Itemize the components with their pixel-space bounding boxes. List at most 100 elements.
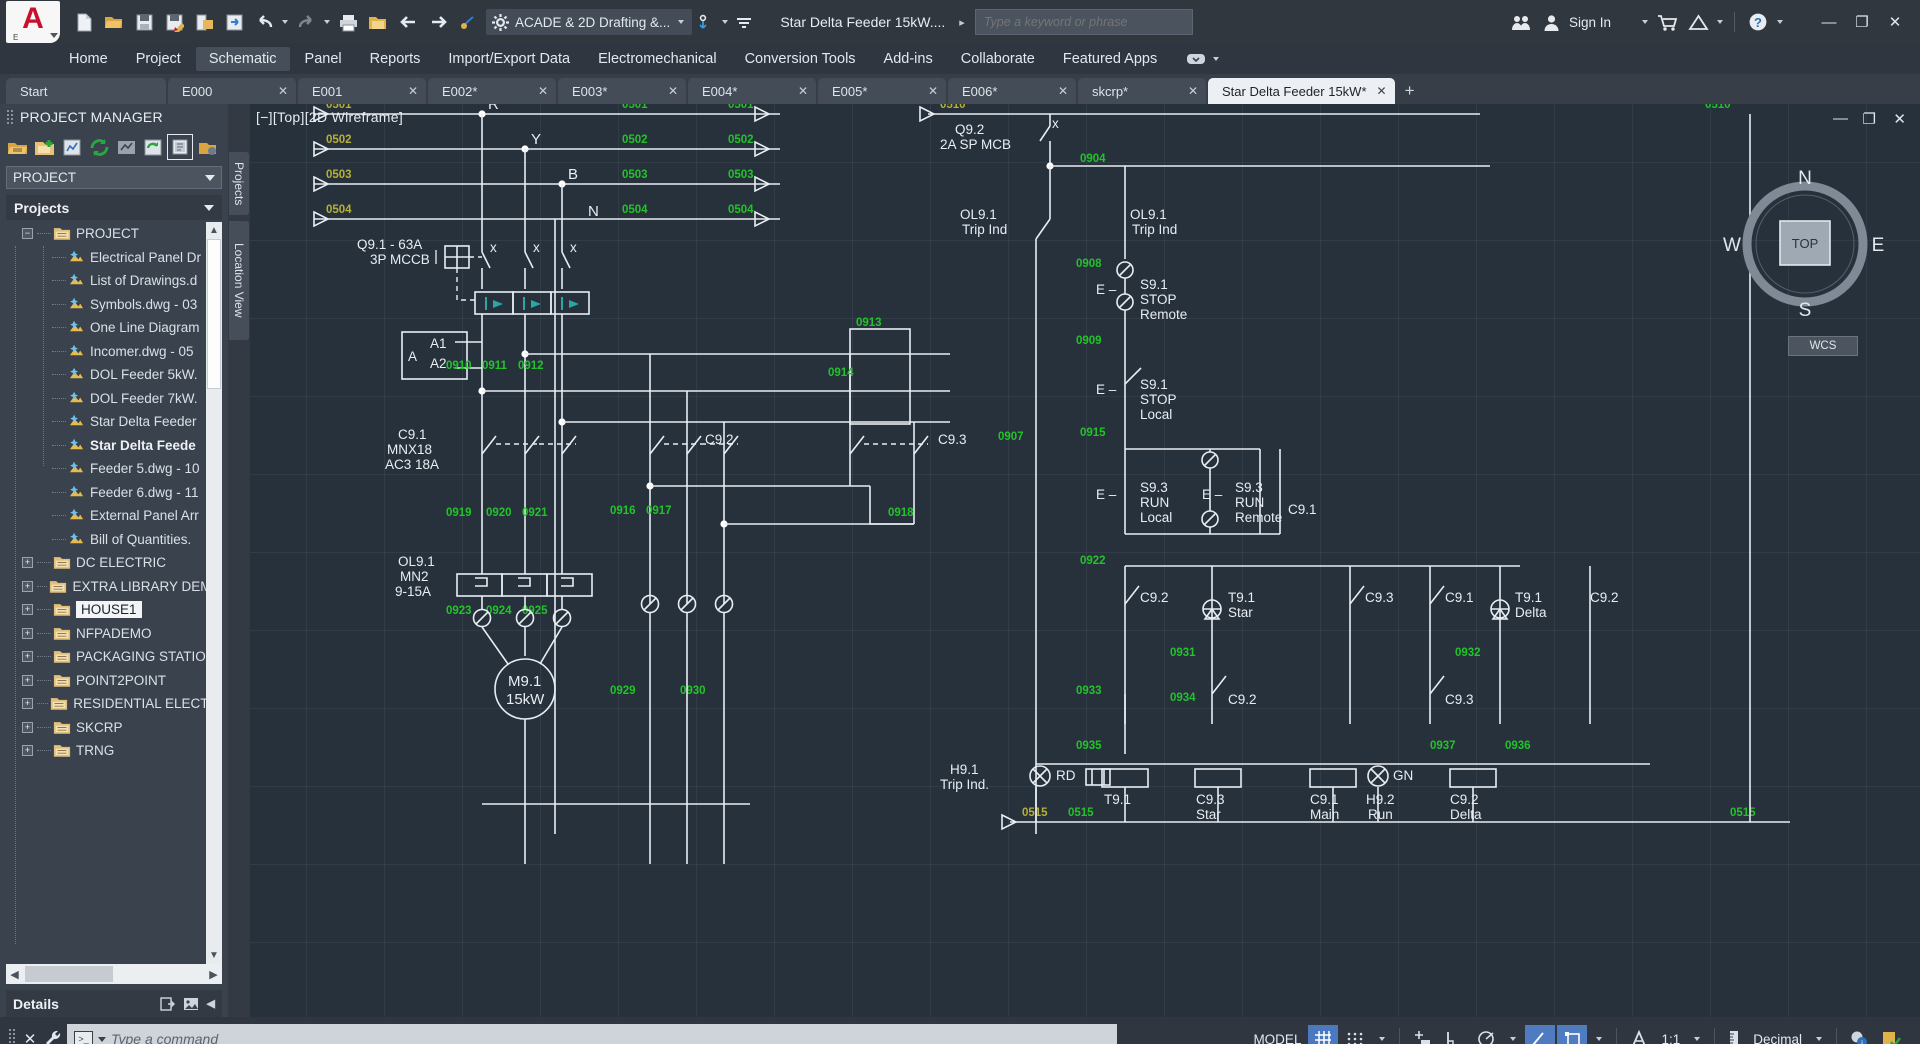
open-project-icon[interactable] — [6, 135, 30, 159]
file-tab-e006[interactable]: E006*✕ — [948, 78, 1076, 104]
ribbon-tab-reports[interactable]: Reports — [357, 47, 434, 71]
file-tab-close-icon[interactable]: ✕ — [1058, 84, 1068, 98]
annotation-scale-icon[interactable] — [1624, 1025, 1654, 1044]
polar-tracking-icon[interactable] — [1471, 1025, 1501, 1044]
file-tab-close-icon[interactable]: ✕ — [668, 84, 678, 98]
annotation-scale-dropdown-icon[interactable] — [1687, 1025, 1707, 1044]
ucs-selector[interactable]: WCS — [1788, 336, 1858, 356]
file-tab-close-icon[interactable]: ✕ — [408, 84, 418, 98]
ribbon-tab-add-ins[interactable]: Add-ins — [871, 47, 946, 71]
ribbon-tab-project[interactable]: Project — [123, 47, 194, 71]
share-view-icon[interactable] — [1507, 8, 1535, 36]
publish-icon[interactable] — [220, 8, 248, 36]
match-properties-icon[interactable] — [454, 8, 482, 36]
tree-drawing-node[interactable]: Star Delta Feeder — [6, 410, 222, 434]
tree-vertical-scrollbar[interactable]: ▲ ▼ — [206, 222, 222, 964]
refresh-drawing-list-icon[interactable] — [60, 135, 84, 159]
file-tab-close-icon[interactable]: ✕ — [798, 84, 808, 98]
command-history-dropdown-icon[interactable] — [98, 1037, 106, 1042]
palette-grip-icon[interactable] — [6, 109, 14, 125]
publish-plot-icon[interactable] — [168, 135, 192, 159]
close-button[interactable]: ✕ — [1880, 7, 1910, 37]
forward-icon[interactable] — [424, 8, 452, 36]
object-snap-tracking-icon[interactable] — [1557, 1025, 1587, 1044]
project-wide-update-icon[interactable] — [114, 135, 138, 159]
ribbon-tab-schematic[interactable]: Schematic — [196, 47, 290, 71]
tree-project-node[interactable]: +DC ELECTRIC — [6, 551, 222, 575]
tree-drawing-node[interactable]: DOL Feeder 7kW. — [6, 387, 222, 411]
file-tab-close-icon[interactable]: ✕ — [1188, 84, 1198, 98]
tree-drawing-node[interactable]: List of Drawings.d — [6, 269, 222, 293]
tree-drawing-node[interactable]: DOL Feeder 5kW. — [6, 363, 222, 387]
ribbon-tab-conversion-tools[interactable]: Conversion Tools — [732, 47, 869, 71]
ribbon-tab-home[interactable]: Home — [56, 47, 121, 71]
redo-dropdown-icon[interactable] — [322, 8, 332, 36]
object-snap-dropdown-icon[interactable] — [1589, 1025, 1609, 1044]
tree-project-node[interactable]: +PACKAGING STATION — [6, 645, 222, 669]
sign-in-dropdown-icon[interactable] — [1640, 8, 1650, 36]
ortho-icon[interactable] — [1439, 1025, 1469, 1044]
drawing-canvas[interactable]: [−][Top][2D Wireframe] — ❐ ✕ .w { stroke… — [250, 104, 1920, 1017]
ribbon-tab-import-export-data[interactable]: Import/Export Data — [435, 47, 583, 71]
model-space-tab[interactable]: MODEL — [1248, 1025, 1306, 1044]
tree-drawing-node[interactable]: One Line Diagram — [6, 316, 222, 340]
command-prompt-icon[interactable]: >_ — [74, 1031, 93, 1044]
autocad-logo[interactable]: A E — [6, 1, 60, 43]
tree-drawing-node[interactable]: Feeder 5.dwg - 10 — [6, 457, 222, 481]
projects-section-header[interactable]: Projects — [6, 195, 222, 220]
infer-constraints-icon[interactable] — [1407, 1025, 1437, 1044]
scroll-up-icon[interactable]: ▲ — [206, 222, 222, 239]
tree-project-node[interactable]: +TRNG — [6, 739, 222, 763]
tree-project-node[interactable]: +HOUSE1 — [6, 598, 222, 622]
sign-in-label[interactable]: Sign In — [1569, 15, 1611, 30]
file-tab-e003[interactable]: E003*✕ — [558, 78, 686, 104]
title-overflow-icon[interactable]: ▸ — [959, 16, 965, 29]
expand-icon[interactable]: + — [22, 675, 33, 686]
palette-tab-projects[interactable]: Projects — [229, 152, 249, 215]
projects-section-chevron-icon[interactable] — [204, 194, 214, 222]
tree-project-node[interactable]: +RESIDENTIAL ELECTRI — [6, 692, 222, 716]
command-line-grip-icon[interactable] — [8, 1028, 15, 1044]
search-input[interactable] — [984, 15, 1184, 29]
tree-project-node[interactable]: +EXTRA LIBRARY DEMO — [6, 575, 222, 599]
expand-icon[interactable]: + — [22, 651, 33, 662]
expand-icon[interactable]: + — [22, 722, 33, 733]
file-tab-close-icon[interactable]: ✕ — [538, 84, 548, 98]
workspace-switcher[interactable]: ACADE & 2D Drafting &... — [486, 9, 692, 35]
redo-icon[interactable] — [292, 8, 320, 36]
workspace-settings-icon[interactable] — [692, 8, 720, 36]
hscroll-right-icon[interactable]: ▶ — [205, 968, 222, 981]
help-search-box[interactable] — [975, 9, 1193, 35]
autodesk-app-icon[interactable] — [1684, 8, 1712, 36]
chevron-down-icon[interactable] — [205, 164, 215, 192]
user-icon[interactable] — [1538, 8, 1566, 36]
command-input[interactable]: >_ Type a command — [67, 1024, 1117, 1044]
tree-drawing-node[interactable]: Bill of Quantities. — [6, 528, 222, 552]
tree-drawing-node[interactable]: Electrical Panel Dr — [6, 246, 222, 270]
workspace-settings-dropdown-icon[interactable] — [720, 8, 730, 36]
view-cube[interactable]: TOP N E S W — [1720, 159, 1890, 329]
tree-drawing-node[interactable]: Feeder 6.dwg - 11 — [6, 481, 222, 505]
file-tab-e002[interactable]: E002*✕ — [428, 78, 556, 104]
file-tab-close-icon[interactable]: ✕ — [1377, 84, 1387, 98]
file-tab-start[interactable]: Start — [6, 78, 166, 104]
tree-drawing-node[interactable]: External Panel Arr — [6, 504, 222, 528]
autodesk-app-dropdown-icon[interactable] — [1715, 8, 1725, 36]
ribbon-panel-toggle[interactable] — [1186, 45, 1221, 73]
new-tab-button[interactable]: + — [1397, 78, 1423, 104]
expand-icon[interactable]: + — [22, 698, 33, 709]
expand-icon[interactable]: + — [22, 745, 33, 756]
file-tab-close-icon[interactable]: ✕ — [278, 84, 288, 98]
grid-icon[interactable] — [1308, 1025, 1338, 1044]
file-tab-e004[interactable]: E004*✕ — [688, 78, 816, 104]
snap-icon[interactable] — [1340, 1025, 1370, 1044]
ribbon-minimize-dropdown-icon[interactable] — [1211, 45, 1221, 73]
tree-horizontal-scrollbar[interactable]: ◀ ▶ — [6, 964, 222, 984]
units-icon[interactable] — [1722, 1025, 1746, 1044]
qat-more-icon[interactable] — [730, 8, 758, 36]
save-icon[interactable] — [130, 8, 158, 36]
project-task-list-icon[interactable] — [141, 135, 165, 159]
tree-drawing-node[interactable]: Symbols.dwg - 03 — [6, 293, 222, 317]
tree-project-node[interactable]: +POINT2POINT — [6, 669, 222, 693]
save-as-icon[interactable] — [160, 8, 188, 36]
